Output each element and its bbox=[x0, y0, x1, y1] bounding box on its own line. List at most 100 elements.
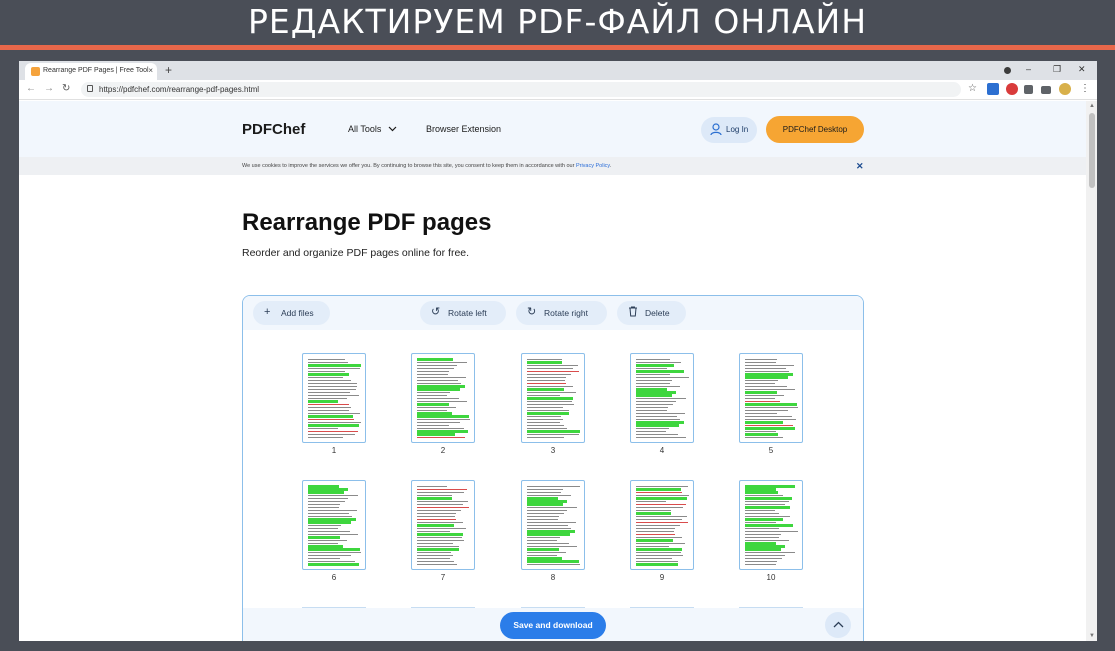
page-text-line bbox=[527, 543, 569, 544]
nav-all-tools[interactable]: All Tools bbox=[348, 124, 397, 134]
page-text-line bbox=[636, 552, 681, 553]
site-logo[interactable]: PDFChef bbox=[242, 121, 305, 138]
page-text-line bbox=[636, 555, 683, 556]
browser-menu-icon[interactable]: ⋮ bbox=[1080, 83, 1090, 94]
page-thumbnail[interactable] bbox=[411, 480, 475, 570]
extensions-puzzle-icon[interactable] bbox=[1024, 85, 1033, 94]
page-text-line bbox=[636, 492, 682, 493]
login-button[interactable]: Log In bbox=[701, 117, 757, 143]
page-thumbnail[interactable] bbox=[411, 353, 475, 443]
page-thumbnail[interactable] bbox=[521, 480, 585, 570]
page-highlight bbox=[417, 548, 459, 551]
nav-browser-extension[interactable]: Browser Extension bbox=[426, 124, 501, 134]
page-text-line bbox=[636, 428, 669, 429]
close-window-button[interactable]: ✕ bbox=[1078, 64, 1086, 75]
page-text-line bbox=[417, 561, 454, 562]
pdfchef-desktop-button[interactable]: PDFChef Desktop bbox=[766, 116, 864, 143]
maximize-button[interactable]: ❐ bbox=[1053, 64, 1061, 75]
page-highlight bbox=[417, 403, 449, 406]
page-thumbnail[interactable] bbox=[630, 480, 694, 570]
page-text-line bbox=[308, 413, 360, 414]
page-text-line bbox=[745, 383, 775, 384]
page-text-line bbox=[308, 404, 349, 405]
back-button[interactable]: ← bbox=[26, 83, 36, 94]
page-thumbnail[interactable] bbox=[521, 353, 585, 443]
new-tab-button[interactable]: + bbox=[165, 63, 172, 77]
page-text-line bbox=[745, 380, 778, 381]
page-scrollbar[interactable]: ▲ ▼ bbox=[1086, 101, 1097, 641]
page-text-line bbox=[636, 525, 680, 526]
address-bar[interactable]: https://pdfchef.com/rearrange-pdf-pages.… bbox=[81, 82, 961, 97]
forward-button[interactable]: → bbox=[44, 83, 54, 94]
page-text-line bbox=[527, 383, 566, 384]
rotate-right-button[interactable]: ↻ Rotate right bbox=[516, 301, 607, 325]
page-text-line bbox=[308, 395, 359, 396]
media-icon[interactable] bbox=[1004, 67, 1011, 74]
profile-avatar[interactable] bbox=[1059, 83, 1071, 95]
page-text-line bbox=[745, 401, 780, 402]
page-text-line bbox=[527, 386, 573, 387]
save-and-download-button[interactable]: Save and download bbox=[500, 612, 606, 639]
page-number: 2 bbox=[440, 446, 446, 455]
scroll-up-button[interactable] bbox=[825, 612, 851, 638]
page-highlight bbox=[308, 415, 353, 418]
bookmark-star-icon[interactable]: ☆ bbox=[968, 83, 977, 94]
page-text-line bbox=[417, 501, 468, 502]
page-text-line bbox=[308, 410, 349, 411]
page-highlight bbox=[527, 361, 562, 364]
scrollbar-thumb[interactable] bbox=[1089, 113, 1095, 188]
page-highlight bbox=[745, 421, 783, 424]
browser-tab[interactable]: Rearrange PDF Pages | Free Tool × bbox=[25, 63, 157, 80]
add-files-button[interactable]: + Add files bbox=[253, 301, 330, 325]
page-text-line bbox=[417, 531, 450, 532]
page-text-line bbox=[417, 504, 463, 505]
delete-button[interactable]: Delete bbox=[617, 301, 686, 325]
page-text-line bbox=[308, 531, 350, 532]
page-highlight bbox=[308, 400, 338, 403]
page-number: 8 bbox=[550, 573, 556, 582]
page-text-line bbox=[745, 510, 775, 511]
page-subtitle: Reorder and organize PDF pages online fo… bbox=[242, 247, 470, 259]
reload-button[interactable]: ↻ bbox=[62, 83, 70, 94]
page-thumbnail[interactable] bbox=[739, 353, 803, 443]
page-text-line bbox=[636, 528, 675, 529]
page-text-line bbox=[527, 404, 574, 405]
page-highlight bbox=[636, 424, 679, 427]
page-text-line bbox=[636, 359, 670, 360]
page-text-line bbox=[745, 555, 785, 556]
page-text-line bbox=[745, 552, 795, 553]
page-thumbnail[interactable] bbox=[302, 353, 366, 443]
page-thumbnail[interactable] bbox=[302, 480, 366, 570]
page-highlight bbox=[745, 391, 777, 394]
page-text-line bbox=[308, 534, 358, 535]
privacy-policy-link[interactable]: Privacy Policy bbox=[576, 163, 610, 169]
page-text-line bbox=[745, 540, 789, 541]
scrollbar-down-arrow[interactable]: ▼ bbox=[1089, 633, 1095, 639]
page-thumbnail[interactable] bbox=[630, 353, 694, 443]
scrollbar-up-arrow[interactable]: ▲ bbox=[1089, 103, 1095, 109]
browser-toolbar: ← → ↻ https://pdfchef.com/rearrange-pdf-… bbox=[19, 80, 1097, 100]
page-number: 1 bbox=[331, 446, 337, 455]
page-thumbnail[interactable] bbox=[739, 480, 803, 570]
page-text-line bbox=[417, 410, 447, 411]
page-text-line bbox=[417, 513, 456, 514]
rotate-left-button[interactable]: ↺ Rotate left bbox=[420, 301, 506, 325]
page-highlight bbox=[308, 563, 359, 566]
reading-list-icon[interactable] bbox=[1041, 86, 1051, 94]
page-text-line bbox=[636, 516, 687, 517]
cookie-close-icon[interactable]: ✕ bbox=[856, 161, 864, 172]
extension-adblock-icon[interactable] bbox=[1006, 83, 1018, 95]
page-text-line bbox=[636, 383, 670, 384]
page-text-line bbox=[636, 534, 675, 535]
cookie-banner: We use cookies to improve the services w… bbox=[19, 157, 1086, 175]
page-text-line bbox=[636, 407, 668, 408]
page-text-line bbox=[745, 359, 777, 360]
page-text-line bbox=[308, 431, 358, 432]
page-text-line bbox=[745, 398, 775, 399]
tab-close-icon[interactable]: × bbox=[148, 66, 153, 75]
plus-icon: + bbox=[264, 306, 271, 318]
minimize-button[interactable]: – bbox=[1026, 64, 1031, 74]
page-text-line bbox=[417, 368, 454, 369]
page-text-line bbox=[745, 413, 777, 414]
extension-news-icon[interactable] bbox=[987, 83, 999, 95]
